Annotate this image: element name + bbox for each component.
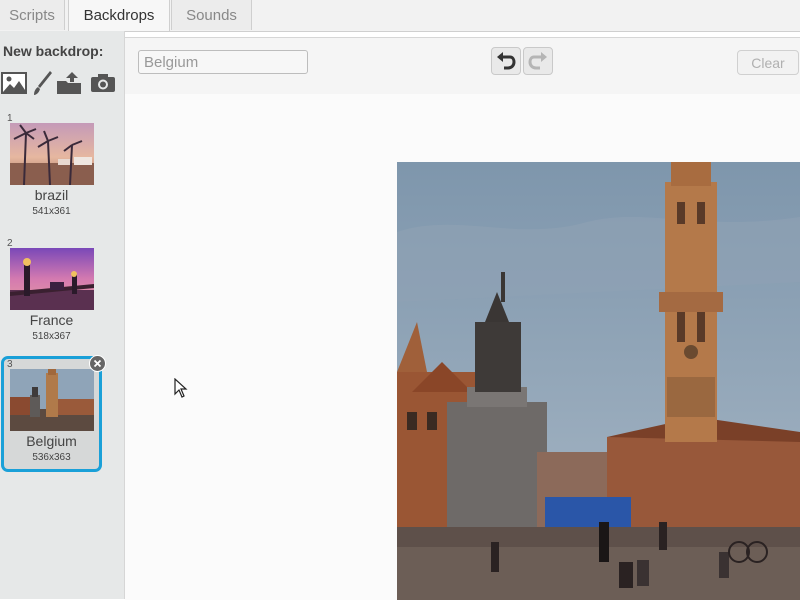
new-backdrop-label: New backdrop:	[3, 43, 104, 59]
backdrop-image-brazil	[10, 123, 94, 185]
backdrop-image-belgium	[10, 369, 94, 431]
tab-sounds[interactable]: Sounds	[171, 0, 252, 30]
paint-editor: Clear	[125, 37, 800, 600]
redo-button[interactable]	[523, 47, 553, 75]
backdrop-name-input[interactable]	[138, 50, 308, 74]
backdrop-size: 518x367	[32, 331, 71, 342]
undo-button[interactable]	[491, 47, 521, 75]
backdrop-image-france	[10, 248, 94, 310]
backdrop-thumbnail-brazil[interactable]: 1 brazil 541x361	[1, 110, 102, 226]
landscape-library-icon[interactable]	[0, 69, 28, 97]
paintbrush-icon[interactable]	[29, 69, 57, 97]
redo-icon	[528, 52, 547, 70]
backdrop-name: France	[29, 312, 74, 328]
clear-button[interactable]: Clear	[737, 50, 799, 75]
delete-backdrop-icon[interactable]	[89, 355, 106, 372]
backdrop-list-panel: New backdrop: 1 brazil 541x361 2 France …	[0, 31, 125, 599]
drawing-canvas[interactable]	[125, 94, 800, 600]
backdrop-thumbnail-belgium[interactable]: 3 Belgium 536x363	[1, 355, 106, 472]
tab-backdrops[interactable]: Backdrops	[68, 0, 170, 31]
upload-icon[interactable]	[55, 69, 83, 97]
backdrop-canvas-image	[397, 162, 800, 600]
backdrop-thumbnail-france[interactable]: 2 France 518x367	[1, 235, 102, 351]
undo-icon	[497, 52, 516, 70]
tab-bar: Scripts Backdrops Sounds	[0, 0, 800, 32]
camera-icon[interactable]	[89, 69, 117, 97]
backdrop-name: Belgium	[26, 433, 77, 449]
tab-scripts[interactable]: Scripts	[0, 0, 65, 30]
mouse-pointer-icon	[174, 377, 188, 403]
backdrop-name: brazil	[34, 187, 69, 203]
backdrop-size: 541x361	[32, 206, 71, 217]
backdrop-size: 536x363	[32, 452, 71, 463]
